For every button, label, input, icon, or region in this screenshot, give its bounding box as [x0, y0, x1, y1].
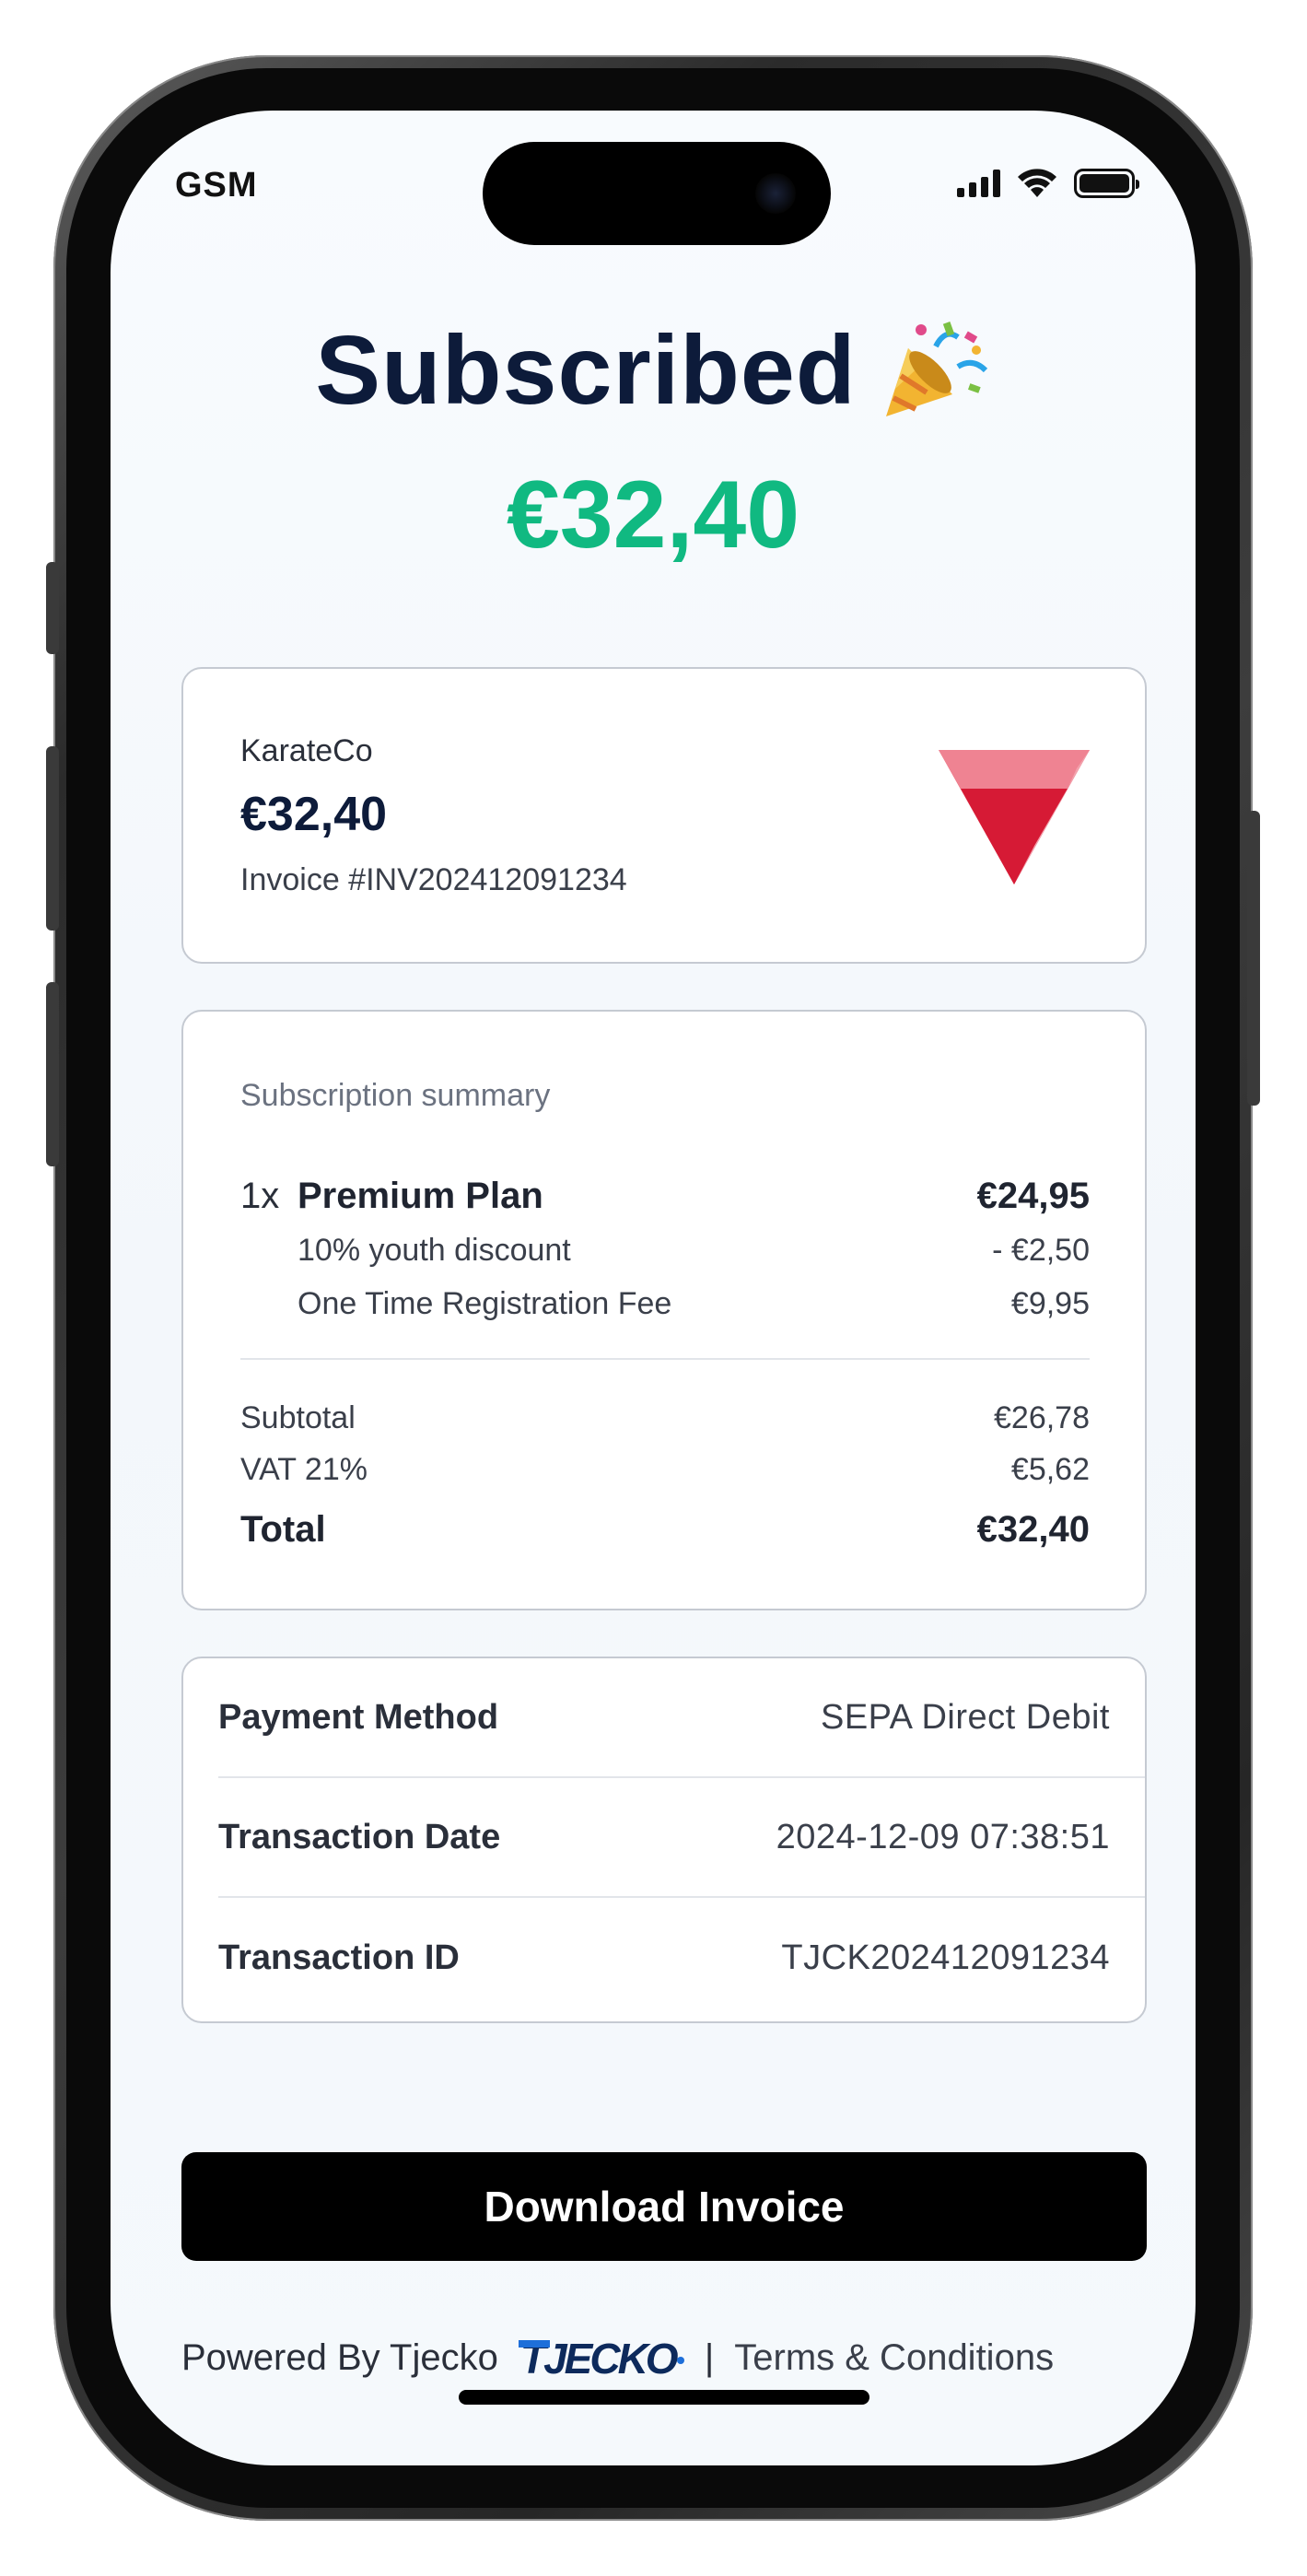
transaction-id-value: TJCK202412091234 — [781, 1938, 1110, 1977]
power-button — [1247, 811, 1260, 1106]
screen: GSM Subscribed €32,40 KarateCo €32,40 In… — [111, 111, 1196, 2465]
registration-fee-line: One Time Registration Fee €9,95 — [298, 1286, 1090, 1322]
transaction-date-label: Transaction Date — [218, 1817, 501, 1856]
discount-label: 10% youth discount — [298, 1233, 571, 1268]
merchant-amount: €32,40 — [240, 788, 388, 841]
total-label: Total — [240, 1509, 326, 1550]
front-camera-icon — [755, 173, 796, 214]
volume-down-button — [46, 982, 59, 1166]
payment-method-row: Payment Method SEPA Direct Debit — [218, 1658, 1145, 1778]
paid-amount: €32,40 — [506, 462, 800, 568]
transaction-details-card: Payment Method SEPA Direct Debit Transac… — [181, 1657, 1147, 2023]
summary-divider — [240, 1358, 1090, 1360]
terms-conditions-link[interactable]: Terms & Conditions — [734, 2337, 1054, 2379]
footer-separator: | — [704, 2336, 715, 2378]
volume-up-button — [46, 746, 59, 931]
merchant-card: KarateCo €32,40 Invoice #INV202412091234 — [181, 667, 1147, 964]
vat-value: €5,62 — [1010, 1452, 1090, 1487]
title-row: Subscribed — [111, 315, 1196, 427]
transaction-id-label: Transaction ID — [218, 1938, 460, 1977]
discount-value: - €2,50 — [992, 1233, 1090, 1268]
plan-quantity: 1x — [240, 1176, 280, 1216]
carrier-label: GSM — [175, 166, 258, 205]
page-title: Subscribed — [315, 316, 857, 425]
action-button — [46, 562, 59, 654]
merchant-name: KarateCo — [240, 733, 373, 768]
subtotal-line: Subtotal €26,78 — [240, 1400, 1090, 1436]
payment-method-value: SEPA Direct Debit — [820, 1697, 1110, 1737]
discount-line: 10% youth discount - €2,50 — [298, 1233, 1090, 1269]
invoice-number: Invoice #INV202412091234 — [240, 862, 627, 897]
total-line: Total €32,40 — [240, 1509, 1090, 1551]
home-indicator[interactable] — [459, 2390, 869, 2405]
vat-label: VAT 21% — [240, 1452, 368, 1487]
plan-name: Premium Plan — [298, 1176, 543, 1216]
wifi-icon — [1018, 169, 1056, 197]
cellular-signal-icon — [957, 170, 1000, 197]
footer: Powered By Tjecko TJECKO | Terms & Condi… — [181, 2335, 1054, 2381]
payment-method-label: Payment Method — [218, 1697, 499, 1737]
summary-heading: Subscription summary — [240, 1078, 551, 1113]
transaction-date-row: Transaction Date 2024-12-09 07:38:51 — [218, 1778, 1145, 1898]
download-invoice-button[interactable]: Download Invoice — [181, 2152, 1147, 2261]
battery-icon — [1074, 169, 1139, 198]
transaction-date-value: 2024-12-09 07:38:51 — [776, 1817, 1110, 1856]
registration-fee-value: €9,95 — [1010, 1286, 1090, 1321]
dynamic-island — [483, 142, 831, 245]
party-popper-icon — [885, 321, 987, 416]
transaction-id-row: Transaction ID TJCK202412091234 — [218, 1898, 1145, 2018]
plan-price: €24,95 — [976, 1176, 1090, 1216]
subscription-summary-card: Subscription summary 1x Premium Plan €24… — [181, 1010, 1147, 1610]
powered-by-label: Powered By Tjecko — [181, 2336, 498, 2378]
gem-logo-icon — [939, 750, 1090, 884]
subtotal-label: Subtotal — [240, 1400, 356, 1435]
total-value: €32,40 — [976, 1509, 1090, 1550]
vat-line: VAT 21% €5,62 — [240, 1452, 1090, 1488]
plan-line: 1x Premium Plan €24,95 — [240, 1176, 1090, 1217]
status-icons — [957, 168, 1139, 199]
registration-fee-label: One Time Registration Fee — [298, 1286, 672, 1321]
tjecko-logo: TJECKO — [518, 2335, 684, 2381]
subtotal-value: €26,78 — [994, 1400, 1090, 1435]
